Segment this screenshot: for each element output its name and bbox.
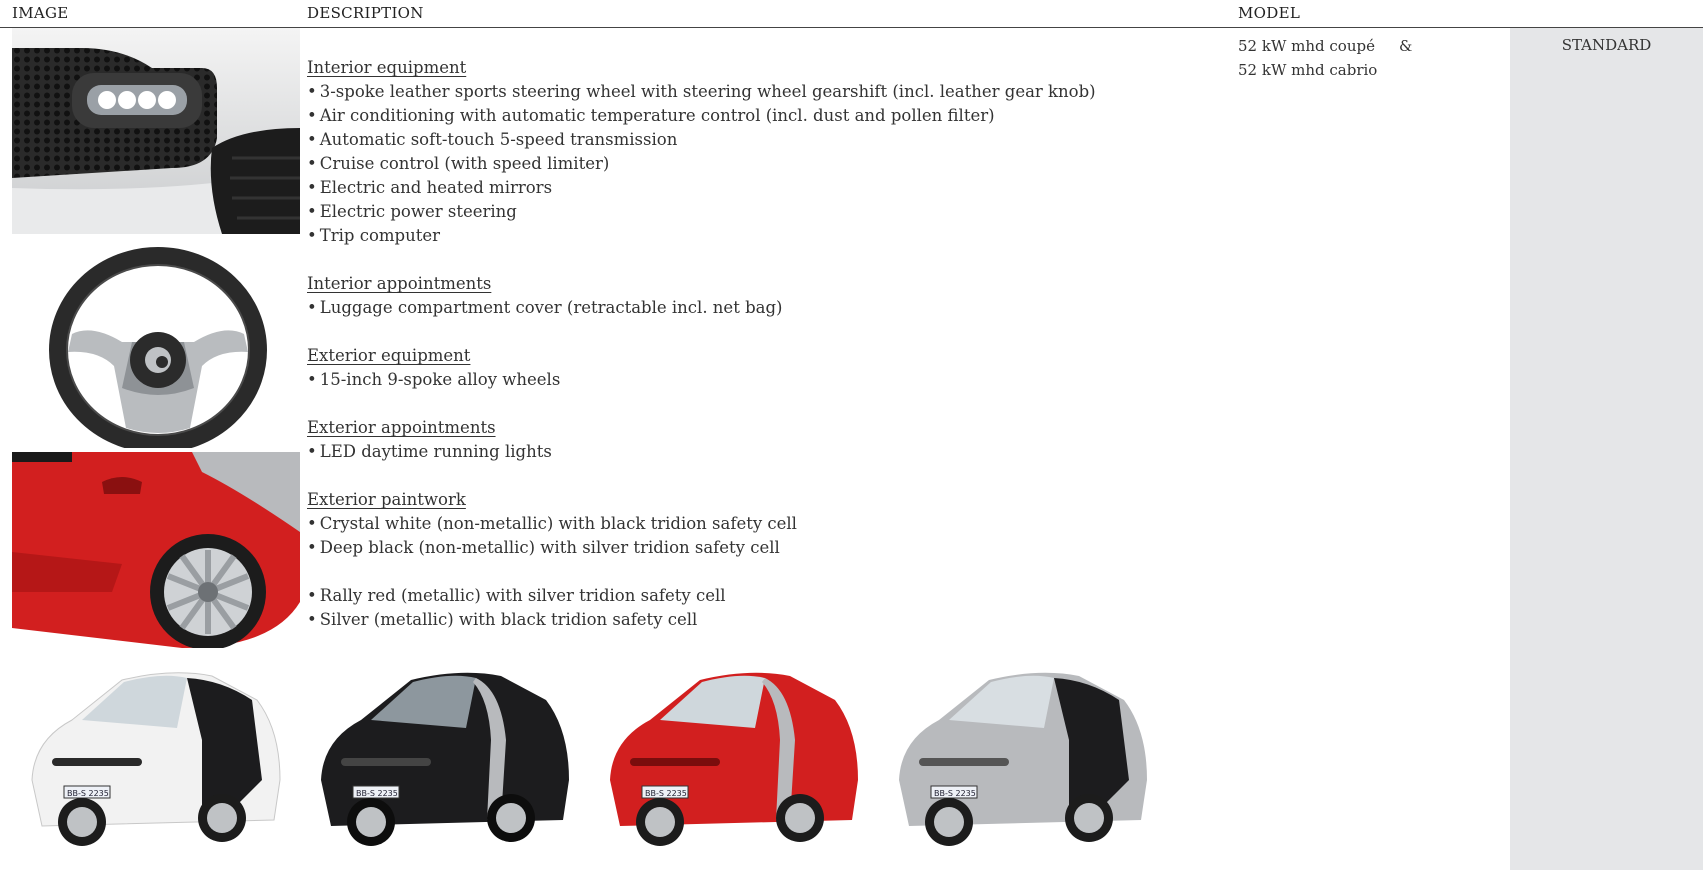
- list-item: Cruise control (with speed limiter): [307, 152, 1096, 176]
- description-cell: Interior equipment 3-spoke leather sport…: [307, 56, 1096, 632]
- steering-wheel-image: [12, 238, 300, 448]
- car-crystal-white-image: BB-S 2235: [12, 660, 300, 860]
- plate-text: BB-S 2235: [645, 789, 687, 798]
- column-header-model: MODEL: [1238, 4, 1301, 22]
- section-title-exterior-appointments: Exterior appointments: [307, 418, 496, 437]
- car-deep-black-image: BB-S 2235: [301, 660, 589, 860]
- section-title-exterior-equipment: Exterior equipment: [307, 346, 471, 365]
- list-item: Electric and heated mirrors: [307, 176, 1096, 200]
- section-title-interior-appointments: Interior appointments: [307, 274, 492, 293]
- column-header-image: IMAGE: [12, 4, 69, 22]
- section-title-exterior-paintwork: Exterior paintwork: [307, 490, 466, 509]
- plate-text: BB-S 2235: [934, 789, 976, 798]
- model-cell: 52 kW mhd coupé & 52 kW mhd cabrio: [1238, 34, 1412, 82]
- list-item: Luggage compartment cover (retractable i…: [307, 296, 1096, 320]
- model-ampersand: &: [1398, 37, 1413, 55]
- standard-label: STANDARD: [1561, 36, 1652, 54]
- list-item: Electric power steering: [307, 200, 1096, 224]
- column-header-description: DESCRIPTION: [307, 4, 424, 22]
- alloy-wheel-image: [12, 452, 300, 648]
- list-item: 15-inch 9-spoke alloy wheels: [307, 368, 1096, 392]
- plate-text: BB-S 2235: [67, 789, 109, 798]
- list-item: Deep black (non-metallic) with silver tr…: [307, 536, 1096, 560]
- list-item: Trip computer: [307, 224, 1096, 248]
- list-item: Crystal white (non-metallic) with black …: [307, 512, 1096, 536]
- led-light-image: [12, 28, 300, 234]
- list-item: Air conditioning with automatic temperat…: [307, 104, 1096, 128]
- car-silver-image: BB-S 2235: [879, 660, 1167, 860]
- list-item: Automatic soft-touch 5-speed transmissio…: [307, 128, 1096, 152]
- list-item: Silver (metallic) with black tridion saf…: [307, 608, 1096, 632]
- list-item: Rally red (metallic) with silver tridion…: [307, 584, 1096, 608]
- model-coupe: 52 kW mhd coupé: [1238, 37, 1375, 55]
- standard-column: [1510, 28, 1703, 870]
- model-cabrio: 52 kW mhd cabrio: [1238, 61, 1378, 79]
- list-item: LED daytime running lights: [307, 440, 1096, 464]
- car-rally-red-image: BB-S 2235: [590, 660, 878, 860]
- list-item: 3-spoke leather sports steering wheel wi…: [307, 80, 1096, 104]
- plate-text: BB-S 2235: [356, 789, 398, 798]
- section-title-interior-equipment: Interior equipment: [307, 58, 467, 77]
